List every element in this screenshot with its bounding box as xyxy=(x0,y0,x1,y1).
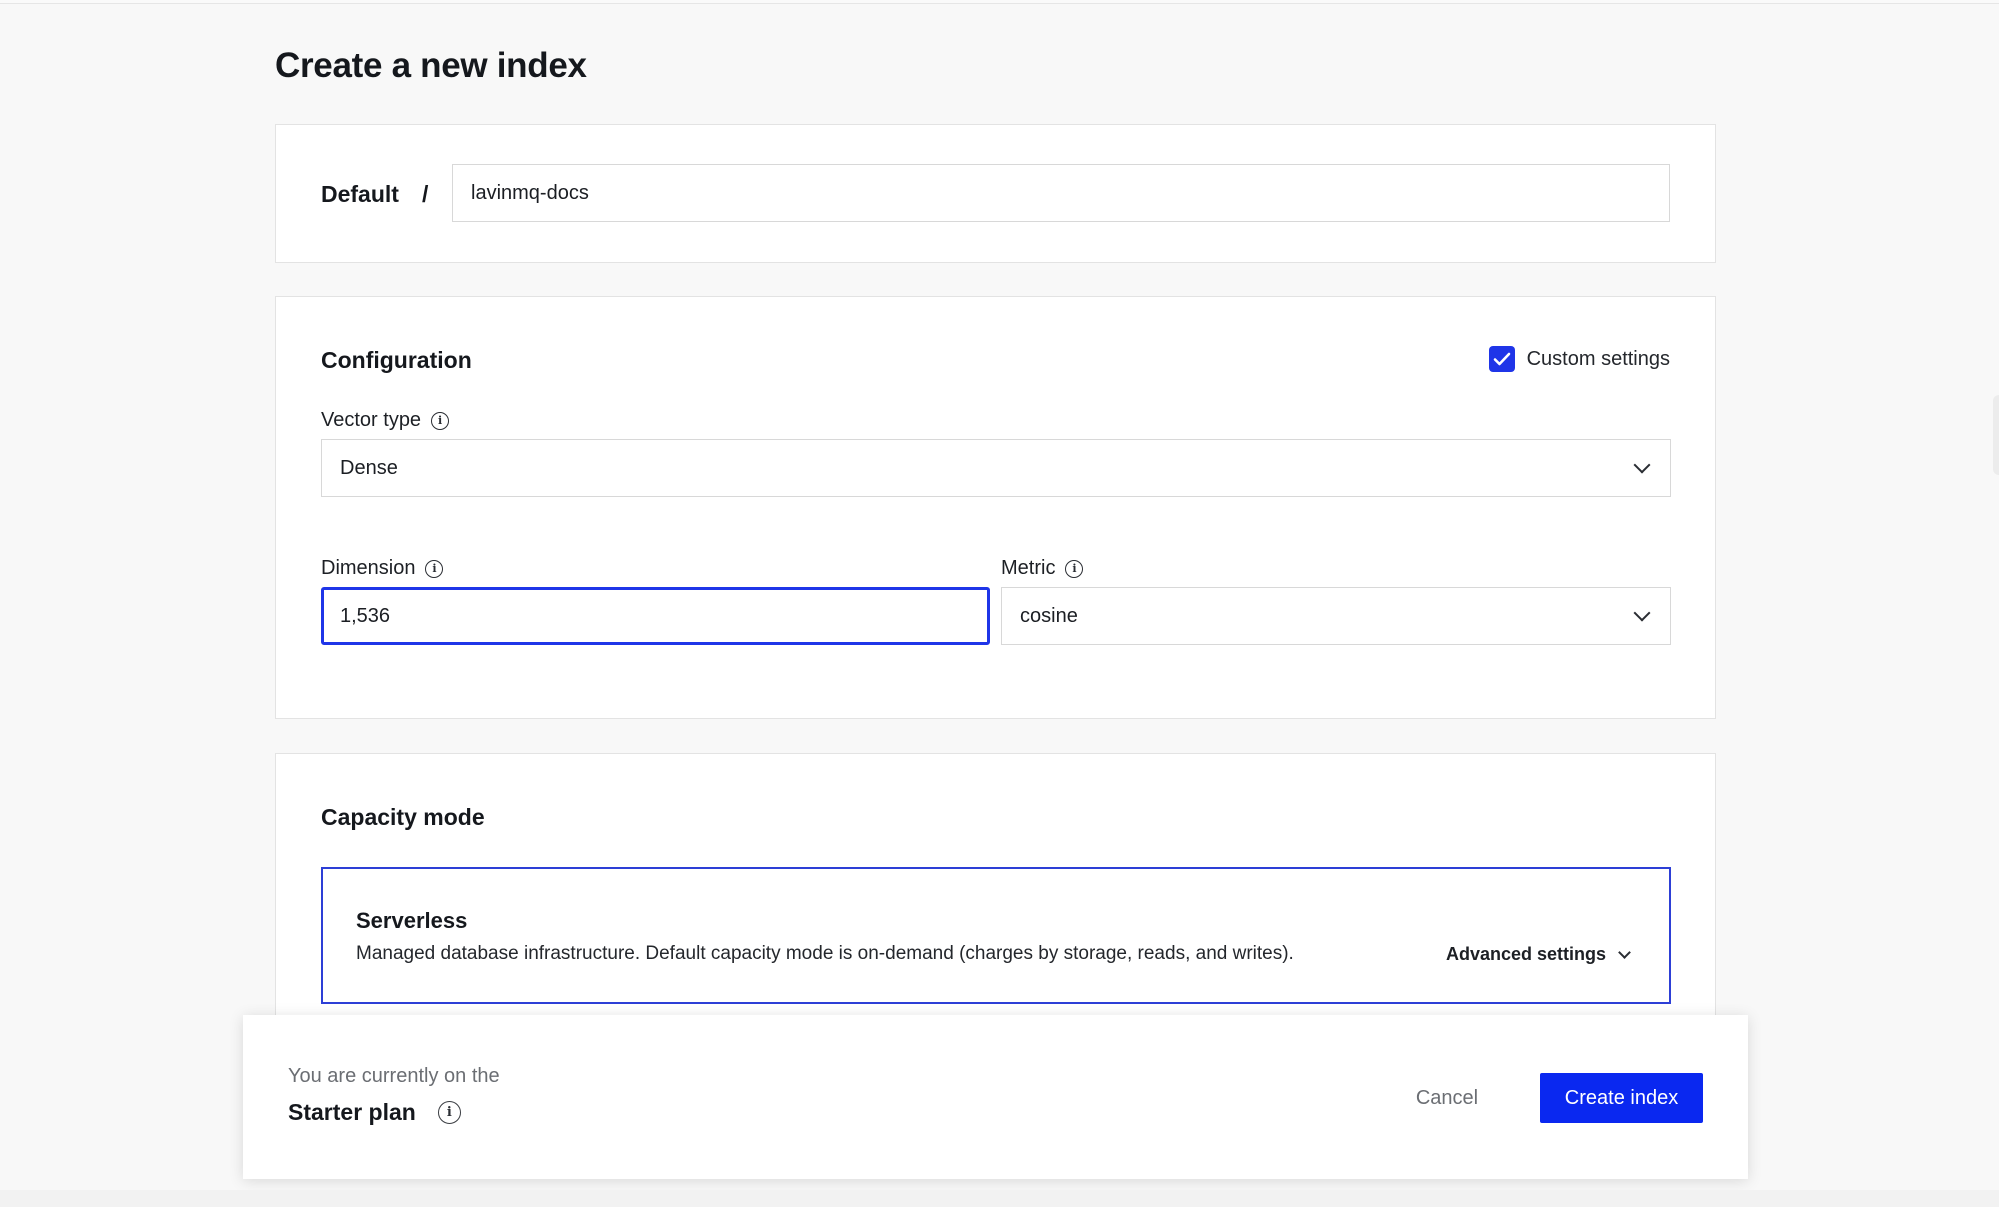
top-divider xyxy=(0,0,1999,4)
metric-select[interactable]: cosine xyxy=(1001,587,1671,645)
advanced-settings-label: Advanced settings xyxy=(1445,944,1606,964)
custom-settings-toggle[interactable]: Custom settings xyxy=(1488,346,1670,372)
configuration-title: Configuration xyxy=(321,347,472,373)
checkmark-icon xyxy=(1493,352,1510,366)
info-icon[interactable]: i xyxy=(437,1101,461,1124)
plan-info: Starter plan i xyxy=(288,1099,461,1126)
custom-settings-checkbox[interactable] xyxy=(1488,346,1515,372)
metric-value: cosine xyxy=(1020,604,1078,627)
metric-label-text: Metric xyxy=(1001,557,1056,579)
serverless-option[interactable]: Serverless Managed database infrastructu… xyxy=(321,867,1671,1004)
configuration-card: Configuration Custom settings Vector typ… xyxy=(275,296,1716,719)
namespace-separator: / xyxy=(422,181,429,207)
page-title: Create a new index xyxy=(275,46,587,85)
advanced-settings-toggle[interactable]: Advanced settings xyxy=(1446,944,1633,965)
info-icon[interactable]: i xyxy=(1065,559,1084,578)
action-footer: You are currently on the Starter plan i … xyxy=(243,1015,1748,1179)
vector-type-value: Dense xyxy=(340,456,398,479)
create-index-button[interactable]: Create index xyxy=(1540,1073,1703,1123)
vector-type-label-text: Vector type xyxy=(321,409,422,431)
vector-type-select[interactable]: Dense xyxy=(321,439,1671,497)
serverless-description: Managed database infrastructure. Default… xyxy=(356,943,1294,964)
plan-name: Starter plan xyxy=(288,1099,416,1125)
vector-type-label: Vector type i xyxy=(321,409,450,432)
dimension-label: Dimension i xyxy=(321,557,444,580)
capacity-title: Capacity mode xyxy=(321,804,485,830)
chevron-down-icon xyxy=(1633,456,1651,474)
chevron-down-icon xyxy=(1618,945,1631,959)
serverless-title: Serverless xyxy=(356,908,468,933)
cancel-button[interactable]: Cancel xyxy=(1403,1073,1491,1123)
namespace-label: Default xyxy=(321,181,399,207)
plan-prefix: You are currently on the xyxy=(288,1065,500,1087)
info-icon[interactable]: i xyxy=(431,411,450,430)
side-panel-handle[interactable] xyxy=(1993,395,1999,475)
metric-label: Metric i xyxy=(1001,557,1084,580)
dimension-label-text: Dimension xyxy=(321,557,416,579)
bottom-strip xyxy=(0,1190,1999,1207)
dimension-input[interactable] xyxy=(321,587,990,645)
chevron-down-icon xyxy=(1633,604,1651,622)
index-name-card: Default / xyxy=(275,124,1716,263)
index-name-input[interactable] xyxy=(452,164,1670,222)
custom-settings-label: Custom settings xyxy=(1526,347,1670,370)
info-icon[interactable]: i xyxy=(425,559,444,578)
